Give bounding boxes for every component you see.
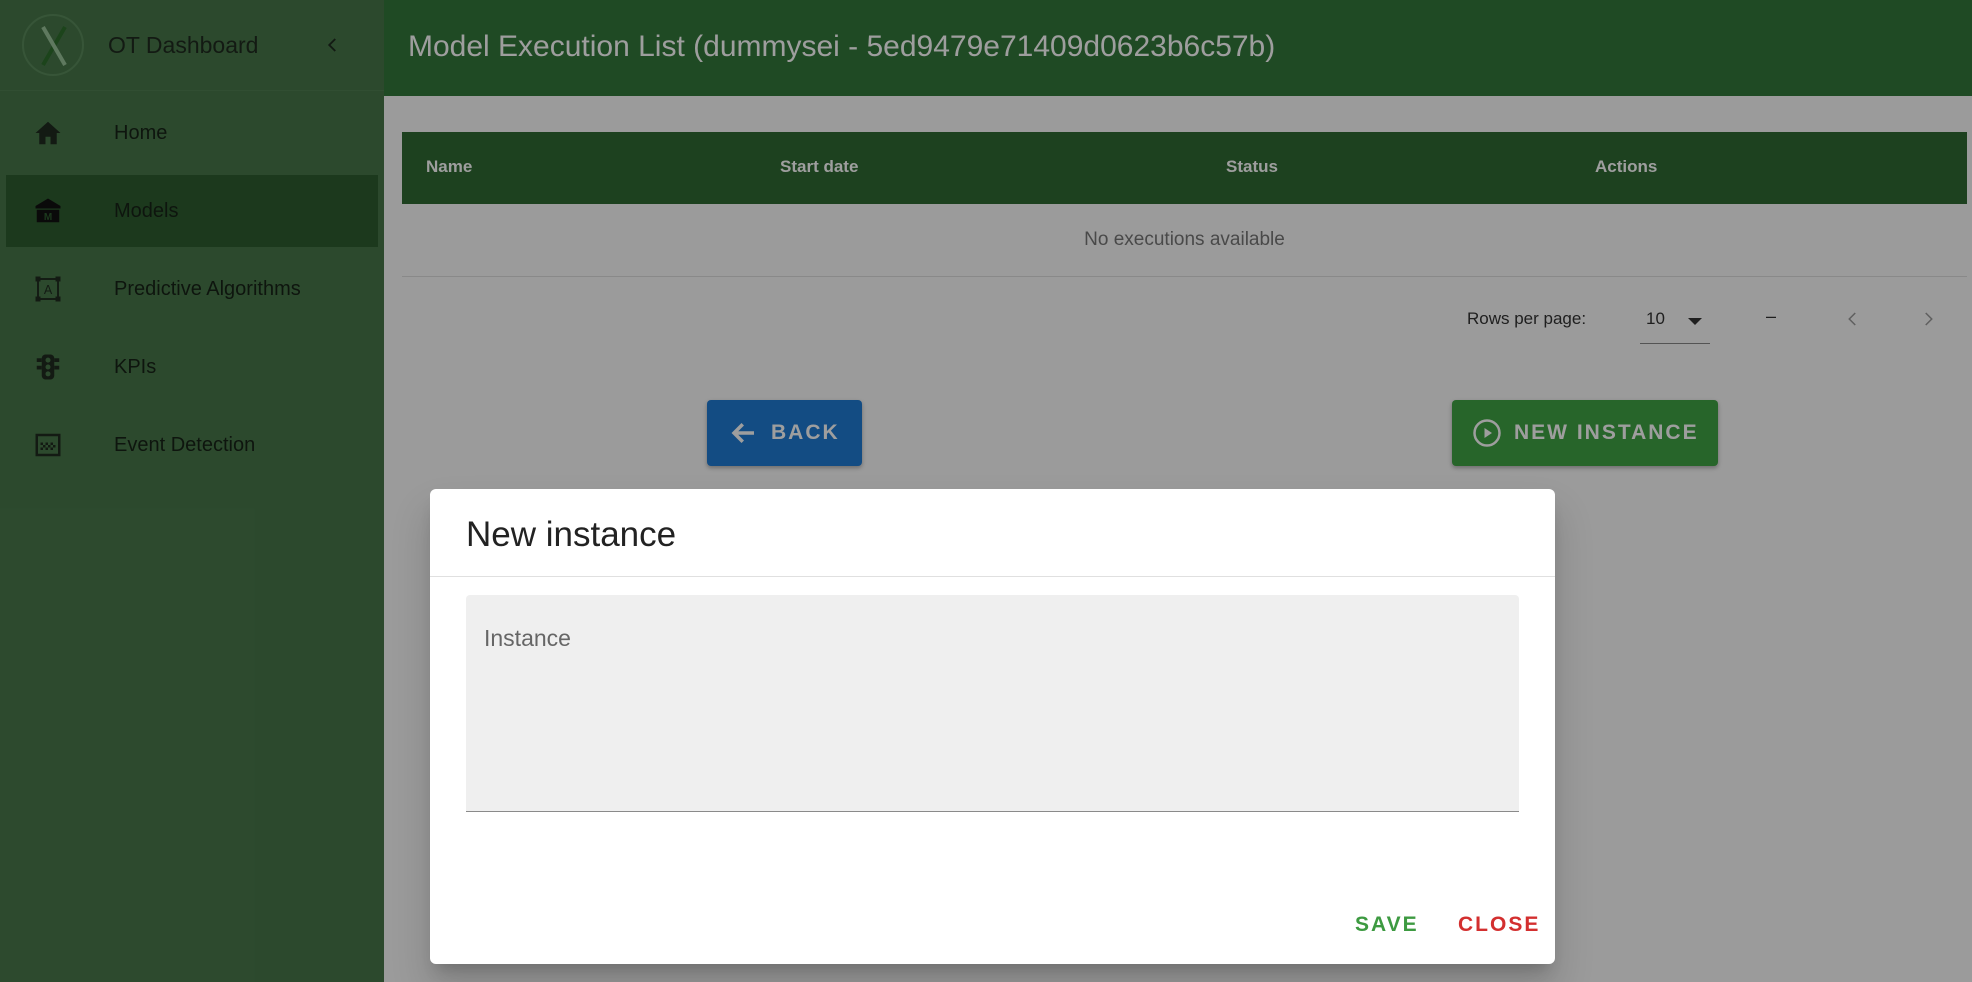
dialog-title: New instance — [466, 515, 677, 554]
instance-textarea[interactable]: Instance — [466, 595, 1519, 812]
new-instance-dialog: New instance Instance SAVE CLOSE — [430, 489, 1555, 964]
instance-field-label: Instance — [484, 625, 571, 651]
close-button[interactable]: CLOSE — [1458, 913, 1540, 937]
dialog-divider — [430, 576, 1555, 577]
save-button[interactable]: SAVE — [1355, 913, 1419, 937]
